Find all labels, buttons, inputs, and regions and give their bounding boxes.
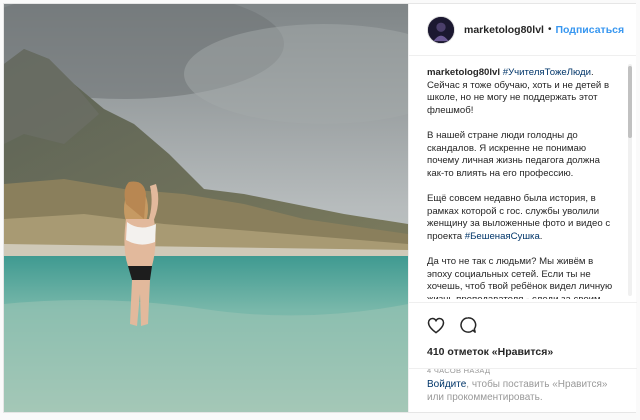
caption-paragraph-2: В нашей стране люди голодны до скандалов… [427,129,600,179]
caption-paragraph-4: Да что не так с людьми? Мы живём в эпоху… [427,255,613,299]
login-link[interactable]: Войдите [427,379,466,390]
comments-area: marketolog80lvl #УчителяТожеЛюди. Сейчас… [409,57,637,299]
caption-paragraph-1: marketolog80lvl #УчителяТожеЛюди. Сейчас… [427,67,619,117]
avatar-image [428,16,454,43]
hashtag-link[interactable]: #УчителяТожеЛюди [503,67,591,78]
likes-count[interactable]: 410 отметок «Нравится» [427,346,619,358]
header-separator: • [547,24,552,35]
post-photo[interactable] [4,4,408,412]
header-username[interactable]: marketolog80lvl [464,24,544,36]
follow-button[interactable]: Подписаться [555,24,624,36]
avatar[interactable] [427,15,455,44]
action-icons [427,314,619,336]
heart-icon[interactable] [427,317,445,334]
hashtag-link[interactable]: #БешенаяСушка [465,231,540,242]
caption-text: . [539,230,543,242]
caption-username[interactable]: marketolog80lvl [427,67,500,78]
post-caption: marketolog80lvl #УчителяТожеЛюди. Сейчас… [427,67,619,299]
caption-paragraph-3: Ещё совсем недавно была история, в рамка… [427,193,619,243]
post-actions: 410 отметок «Нравится» 4 часов назад [409,302,637,375]
post-window: marketolog80lvl • Подписаться marketolog… [3,3,637,413]
post-side-panel: marketolog80lvl • Подписаться marketolog… [408,4,637,412]
comments-scrollbar-thumb[interactable] [628,66,632,138]
post-header: marketolog80lvl • Подписаться [409,4,636,56]
login-prompt: Войдите, чтобы поставить «Нравится» или … [409,368,637,412]
photo-image [4,4,408,412]
comment-icon[interactable] [459,316,477,334]
